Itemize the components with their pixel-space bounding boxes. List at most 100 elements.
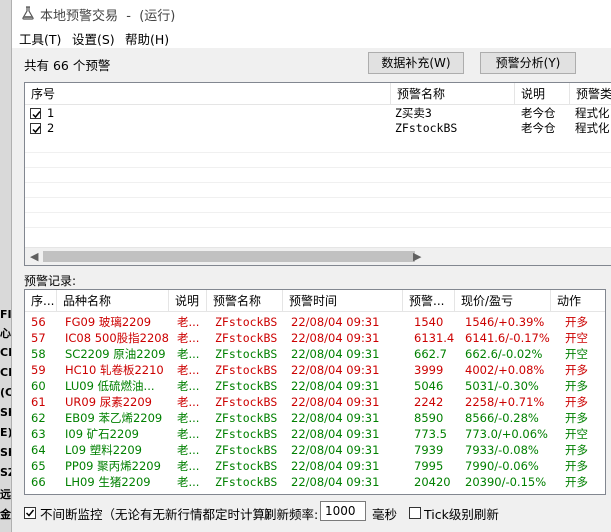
log-action: 开空 [565, 427, 588, 441]
log-action: 开多 [565, 363, 588, 377]
log-action: 开多 [565, 379, 588, 393]
log-product: FG09 玻璃2209 [65, 315, 152, 329]
scroll-left-icon[interactable]: ◀ [30, 250, 38, 263]
menu-tools[interactable]: 工具(T) [19, 29, 61, 48]
log-pnl: 7990/-0.06% [465, 459, 539, 473]
menu-settings[interactable]: 设置(S) [72, 29, 115, 48]
log-action: 开多 [565, 315, 588, 329]
edge-label: (C [0, 386, 12, 399]
alert-type: 程式化 [575, 106, 610, 120]
alert-analysis-button[interactable]: 预警分析(Y) [480, 52, 576, 74]
log-desc: 老... [177, 427, 200, 441]
log-alert-name: ZFstockBS [215, 347, 278, 361]
continuous-monitor-checkbox[interactable] [24, 507, 36, 519]
scroll-right-icon[interactable]: ▶ [413, 250, 421, 263]
log-product: L09 塑料2209 [65, 443, 142, 457]
log-price: 1540 [414, 315, 444, 329]
column-header[interactable]: 序... [25, 290, 57, 312]
column-header[interactable]: 预警类 [570, 83, 611, 105]
column-header[interactable]: 预警名称 [207, 290, 283, 312]
log-row[interactable]: 63 I09 矿石2209 老... ZFstockBS 22/08/04 09… [25, 426, 605, 442]
alert-name: Z买卖3 [395, 106, 432, 120]
edge-label: SH [0, 406, 11, 419]
log-price: 3999 [414, 363, 444, 377]
alert-row[interactable]: 1 Z买卖3 老今仓 程式化 [25, 106, 611, 121]
log-desc: 老... [177, 363, 200, 377]
column-header[interactable]: 动作 [551, 290, 605, 312]
log-pnl: 6141.6/-0.17% [465, 331, 550, 345]
log-pnl: 662.6/-0.02% [465, 347, 543, 361]
data-supplement-button[interactable]: 数据补充(W) [368, 52, 464, 74]
log-seq: 56 [31, 315, 46, 329]
alert-window: 本地预警交易 - (运行) 工具(T) 设置(S) 帮助(H) 共有 66 个预… [12, 0, 611, 532]
log-desc: 老... [177, 347, 200, 361]
log-row[interactable]: 60 LU09 低硫燃油... 老... ZFstockBS 22/08/04 … [25, 378, 605, 394]
tick-refresh-label: Tick级别刷新 [424, 507, 499, 522]
log-price: 20420 [414, 475, 451, 489]
column-header[interactable]: 序号 [25, 83, 391, 105]
log-row[interactable]: 65 PP09 聚丙烯2209 老... ZFstockBS 22/08/04 … [25, 458, 605, 474]
column-header[interactable]: 预警时间 [283, 290, 403, 312]
log-seq: 57 [31, 331, 46, 345]
log-pnl: 7933/-0.08% [465, 443, 539, 457]
log-desc: 老... [177, 315, 200, 329]
scrollbar-thumb[interactable] [43, 251, 415, 262]
log-price: 662.7 [414, 347, 447, 361]
alert-checkbox[interactable] [30, 108, 41, 119]
grid-line [25, 227, 611, 228]
log-product: IC08 500股指2208 [65, 331, 169, 345]
grid-line [25, 182, 611, 183]
alert-count: 共有 66 个预警 [24, 58, 111, 73]
log-time: 22/08/04 09:31 [291, 347, 380, 361]
log-time: 22/08/04 09:31 [291, 331, 380, 345]
log-row[interactable]: 66 LH09 生猪2209 老... ZFstockBS 22/08/04 0… [25, 474, 605, 490]
log-row[interactable]: 56 FG09 玻璃2209 老... ZFstockBS 22/08/04 0… [25, 314, 605, 330]
log-pnl: 1546/+0.39% [465, 315, 545, 329]
log-desc: 老... [177, 459, 200, 473]
log-row[interactable]: 57 IC08 500股指2208 老... ZFstockBS 22/08/0… [25, 330, 605, 346]
edge-label: SZ [0, 466, 11, 479]
alert-row[interactable]: 2 ZFstockBS 老今仓 程式化 [25, 121, 611, 136]
column-header[interactable]: 说明 [169, 290, 207, 312]
menu-help[interactable]: 帮助(H) [125, 29, 169, 48]
alert-checkbox[interactable] [30, 123, 41, 134]
column-header[interactable]: 品种名称 [57, 290, 169, 312]
flask-icon [22, 6, 34, 20]
log-row[interactable]: 61 UR09 尿素2209 老... ZFstockBS 22/08/04 0… [25, 394, 605, 410]
column-header[interactable]: 说明 [515, 83, 570, 105]
log-price: 773.5 [414, 427, 447, 441]
column-header[interactable]: 现价/盈亏 [455, 290, 551, 312]
title-bar[interactable]: 本地预警交易 - (运行) [12, 0, 611, 26]
log-time: 22/08/04 09:31 [291, 315, 380, 329]
horizontal-scrollbar[interactable]: ◀ ▶ [25, 247, 611, 265]
log-product: LH09 生猪2209 [65, 475, 151, 489]
log-row[interactable]: 58 SC2209 原油2209 老... ZFstockBS 22/08/04… [25, 346, 605, 362]
refresh-rate-label: 刷新频率: [264, 507, 319, 522]
log-row[interactable]: 64 L09 塑料2209 老... ZFstockBS 22/08/04 09… [25, 442, 605, 458]
log-desc: 老... [177, 395, 200, 409]
alert-list-header: 序号 预警名称 说明 预警类 [25, 83, 611, 105]
grid-line [25, 197, 611, 198]
refresh-unit-label: 毫秒 [372, 507, 398, 522]
log-pnl: 5031/-0.30% [465, 379, 539, 393]
log-row[interactable]: 59 HC10 轧卷板2210 老... ZFstockBS 22/08/04 … [25, 362, 605, 378]
tick-refresh-checkbox[interactable] [409, 507, 421, 519]
log-price: 7995 [414, 459, 444, 473]
log-product: I09 矿石2209 [65, 427, 139, 441]
log-seq: 62 [31, 411, 46, 425]
log-desc: 老... [177, 475, 200, 489]
log-action: 开空 [565, 347, 588, 361]
column-header[interactable]: 预警名称 [391, 83, 515, 105]
column-header[interactable]: 预警... [403, 290, 455, 312]
window-title: 本地预警交易 - (运行) [40, 9, 176, 24]
desktop-edge: FI 心 CE CI (C SH E) SH SZ 远 金 [0, 0, 12, 532]
logs-label: 预警记录: [24, 274, 77, 288]
log-product: UR09 尿素2209 [65, 395, 152, 409]
log-row[interactable]: 62 EB09 苯乙烯2209 老... ZFstockBS 22/08/04 … [25, 410, 605, 426]
log-seq: 63 [31, 427, 46, 441]
refresh-rate-input[interactable]: 1000 [320, 501, 366, 521]
log-time: 22/08/04 09:31 [291, 459, 380, 473]
log-pnl: 773.0/+0.06% [465, 427, 548, 441]
log-pnl: 8566/-0.28% [465, 411, 539, 425]
log-alert-name: ZFstockBS [215, 315, 278, 329]
